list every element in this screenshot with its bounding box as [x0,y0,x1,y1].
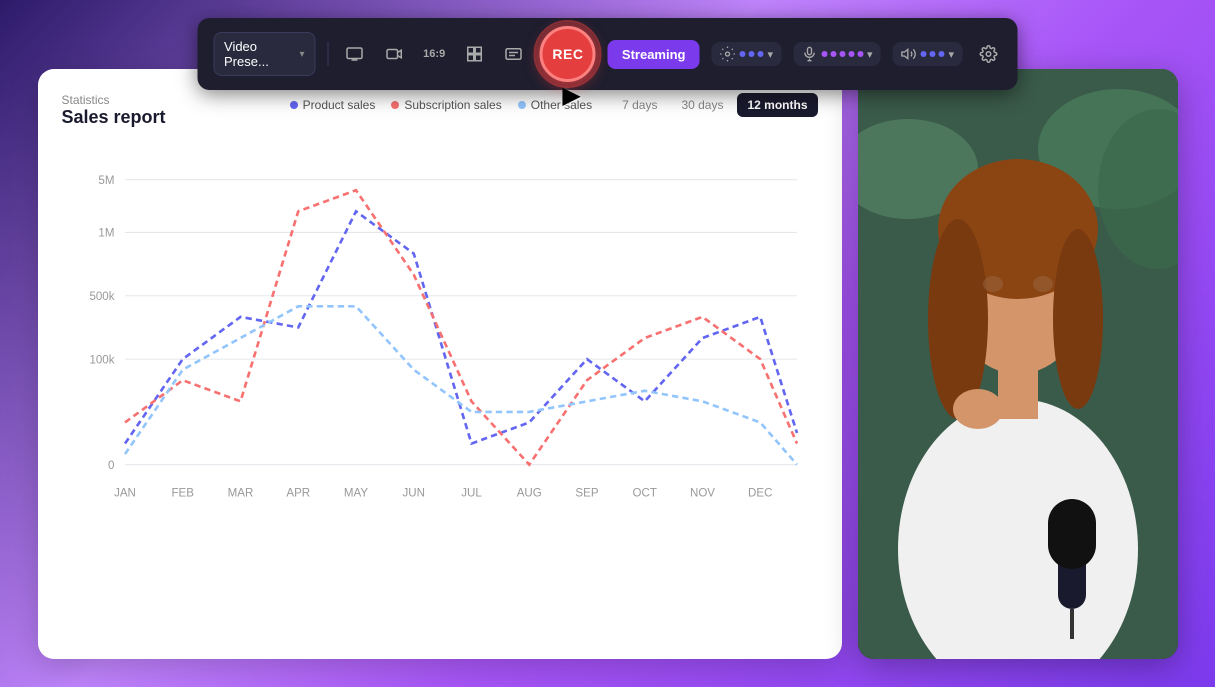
svg-text:DEC: DEC [748,487,772,499]
svg-text:1M: 1M [98,227,114,239]
svg-text:OCT: OCT [632,487,656,499]
toolbar: Video Prese... ▾ 16:9 [197,18,1018,90]
speaker-control-group[interactable]: ▾ [893,42,963,66]
camera-icon [719,46,735,62]
mic-icon [801,46,817,62]
svg-text:JAN: JAN [114,487,136,499]
statistics-label: Statistics [62,93,166,107]
cursor-icon: ▶ [562,81,580,110]
filter-12months[interactable]: 12 months [737,93,817,117]
camera-dots [739,51,763,57]
main-content: Statistics Sales report Product sales Su… [38,69,1178,659]
camera-control-group[interactable]: ▾ [711,42,781,66]
mic-control-group[interactable]: ▾ [793,42,881,66]
speaker-dots [921,51,945,57]
webcam-icon[interactable] [380,38,408,70]
outer-container: Video Prese... ▾ 16:9 [0,0,1215,687]
chart-area: 5M 1M 500k 100k 0 JAN FEB MAR APR [62,148,818,528]
svg-text:100k: 100k [89,354,114,366]
layout-icon[interactable] [460,38,488,70]
speaker-dropdown-chevron: ▾ [949,48,955,61]
other-sales-dot [518,101,526,109]
svg-text:0: 0 [108,459,114,471]
dropdown-label: Video Prese... [224,39,294,69]
chart-panel: Statistics Sales report Product sales Su… [38,69,842,659]
video-panel [858,69,1178,659]
legend-other-sales: Other sales [518,98,592,112]
settings-icon[interactable] [974,38,1002,70]
chart-header: Statistics Sales report Product sales Su… [62,93,818,128]
mic-dots [821,51,863,57]
screen-share-icon[interactable] [340,38,368,70]
caption-icon[interactable] [500,38,528,70]
svg-text:MAY: MAY [343,487,367,499]
speaker-icon [901,46,917,62]
legend-product-sales: Product sales [290,98,376,112]
streaming-button[interactable]: Streaming [608,40,700,69]
svg-text:MAR: MAR [227,487,253,499]
svg-text:5M: 5M [98,174,114,186]
mic-dropdown-chevron: ▾ [867,48,873,61]
svg-text:FEB: FEB [171,487,194,499]
svg-text:AUG: AUG [516,487,541,499]
chart-title: Sales report [62,107,166,128]
chart-title-section: Statistics Sales report [62,93,166,128]
product-sales-label: Product sales [303,98,376,112]
chart-controls: Product sales Subscription sales Other s… [290,93,818,117]
filter-7days[interactable]: 7 days [612,93,667,117]
subscription-sales-label: Subscription sales [404,98,501,112]
time-filters: 7 days 30 days 12 months [612,93,817,117]
chevron-down-icon: ▾ [300,49,305,60]
chart-svg: 5M 1M 500k 100k 0 JAN FEB MAR APR [62,148,818,528]
dropdown-chevron: ▾ [767,48,773,61]
rec-label: REC [552,46,583,62]
svg-text:NOV: NOV [689,487,714,499]
svg-text:APR: APR [286,487,310,499]
svg-text:SEP: SEP [575,487,598,499]
aspect-ratio-icon[interactable]: 16:9 [420,38,448,70]
rec-button-wrapper: REC ▶ [540,26,596,82]
svg-text:500k: 500k [89,290,114,302]
legend-subscription-sales: Subscription sales [391,98,501,112]
subscription-sales-dot [391,101,399,109]
video-preset-dropdown[interactable]: Video Prese... ▾ [213,32,316,76]
product-sales-dot [290,101,298,109]
video-background [858,69,1178,659]
filter-30days[interactable]: 30 days [671,93,733,117]
separator-1 [328,42,329,66]
video-feed [858,69,1178,659]
chart-legend: Product sales Subscription sales Other s… [290,98,592,112]
svg-text:JUN: JUN [402,487,424,499]
svg-text:JUL: JUL [461,487,482,499]
rec-button[interactable]: REC [540,26,596,82]
